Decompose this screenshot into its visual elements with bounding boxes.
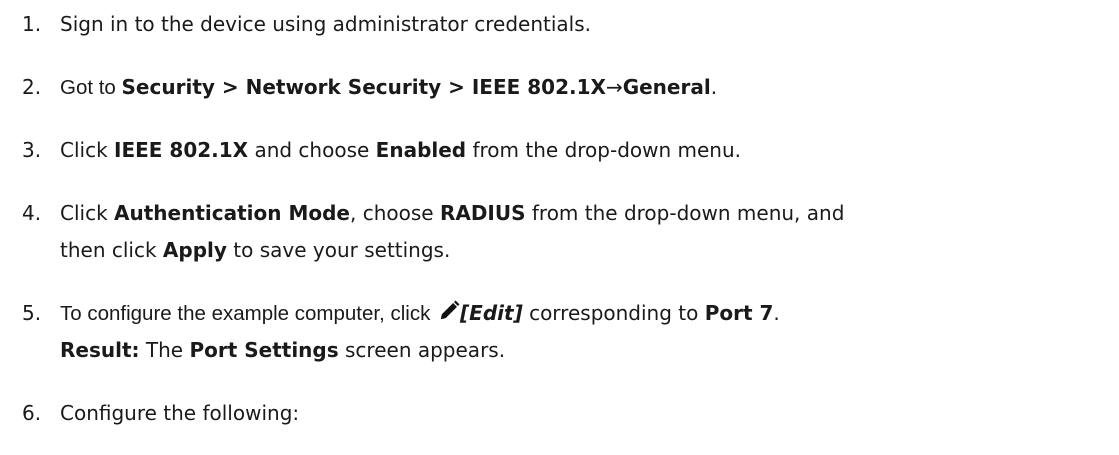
instruction-steps: 1. Sign in to the device using administra… <box>0 0 1119 455</box>
step-text: Sign in to the device using administrato… <box>60 12 591 36</box>
menu-path: Security > Network Security > IEEE 802.1… <box>121 75 606 99</box>
step-text: The <box>139 338 190 362</box>
edit-label: [Edit] <box>460 301 523 325</box>
step-text: , choose <box>349 201 440 225</box>
step-1: 1. Sign in to the device using administra… <box>22 11 591 37</box>
step-6: 6. Configure the following: <box>22 400 299 426</box>
step-text: Click <box>60 201 115 225</box>
pencil-edit-icon <box>440 300 460 320</box>
step-text: screen appears. <box>338 338 506 362</box>
result-label: Result: <box>60 338 140 362</box>
step-3: 3. Click IEEE 802.1X and choose Enabled f… <box>22 137 741 163</box>
step-text: then click <box>60 238 163 262</box>
step-text: . <box>773 301 780 325</box>
step-text: and choose <box>248 138 376 162</box>
step-text: Click <box>60 138 115 162</box>
step-text: to save your settings. <box>226 238 451 262</box>
port-name: Port 7 <box>704 301 774 325</box>
screen-name: Port Settings <box>189 338 339 362</box>
step-text: To configure the example computer, click <box>60 302 437 325</box>
step-4-continued: then click Apply to save your settings. <box>60 237 450 263</box>
step-text: from the drop-down menu. <box>466 138 742 162</box>
step-5: 5. To configure the example computer, cli… <box>22 300 780 327</box>
step-5-result: Result: The Port Settings screen appears… <box>60 337 505 363</box>
step-text: from the drop-down menu, and <box>525 201 845 225</box>
step-number: 4. <box>22 201 42 225</box>
step-number: 1. <box>22 12 42 36</box>
setting-value: Enabled <box>375 138 467 162</box>
arrow-glyph: → <box>605 75 623 99</box>
setting-name: IEEE 802.1X <box>114 138 249 162</box>
step-number: 5. <box>22 301 42 325</box>
step-number: 3. <box>22 138 42 162</box>
step-number: 2. <box>22 75 42 99</box>
step-text: Got to <box>60 76 122 99</box>
step-text: Configure the following: <box>60 401 300 425</box>
step-4: 4. Click Authentication Mode, choose RADI… <box>22 200 844 226</box>
menu-tab: General <box>622 75 711 99</box>
setting-value: RADIUS <box>439 201 526 225</box>
step-number: 6. <box>22 401 42 425</box>
setting-name: Authentication Mode <box>114 201 350 225</box>
step-text: . <box>710 75 718 99</box>
step-text: corresponding to <box>522 301 705 325</box>
apply-label: Apply <box>162 238 227 262</box>
step-2: 2. Got to Security > Network Security > I… <box>22 74 717 101</box>
